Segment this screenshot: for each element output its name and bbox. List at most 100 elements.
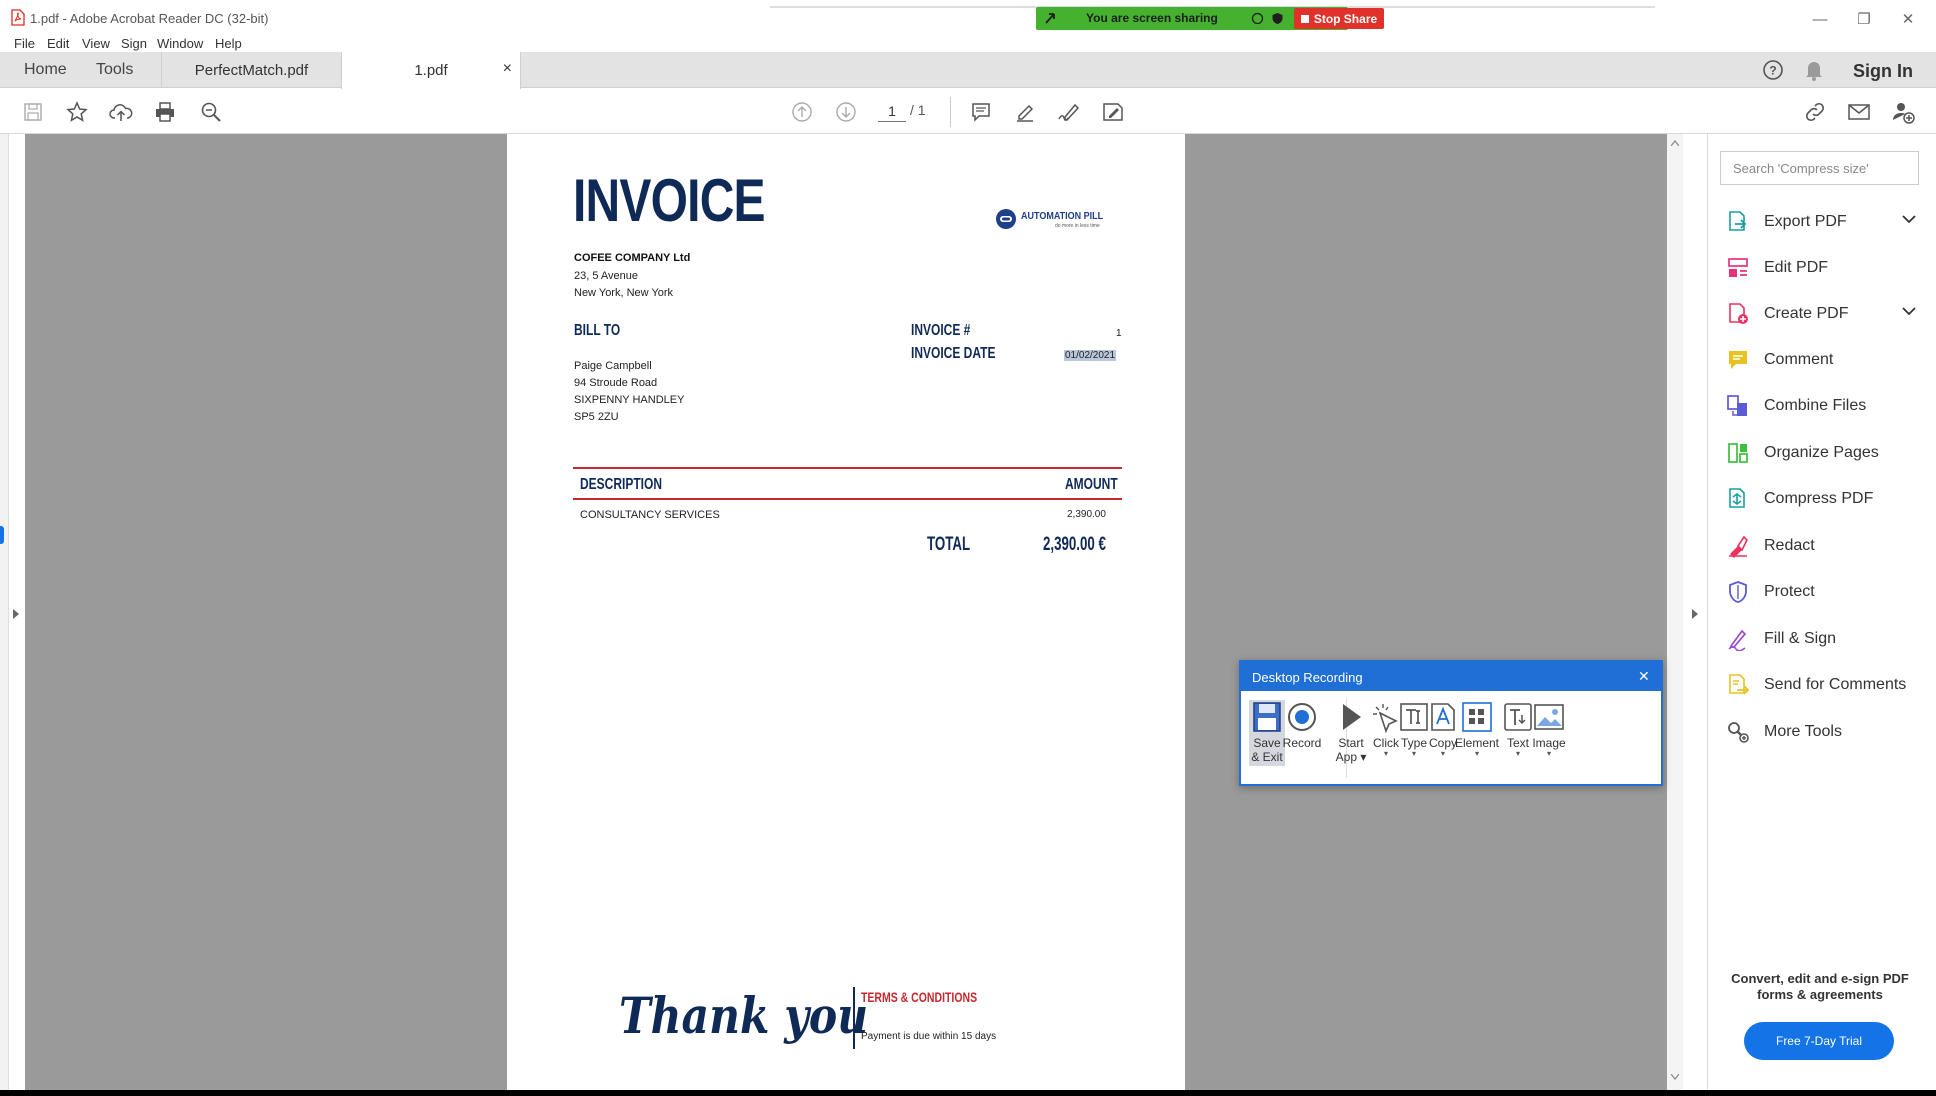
tool-fill-sign[interactable]: Fill & Sign — [1726, 623, 1926, 655]
tab-perfectmatch-pdf[interactable]: PerfectMatch.pdf — [161, 52, 341, 88]
chevron-down-icon[interactable] — [1902, 306, 1916, 316]
save-icon[interactable] — [18, 97, 48, 127]
tab-1-pdf[interactable]: 1.pdf × — [341, 52, 521, 89]
line-item-description: CONSULTANCY SERVICES — [580, 509, 720, 521]
scroll-down-arrow-icon[interactable] — [1671, 1074, 1679, 1080]
text-icon — [1502, 701, 1534, 733]
right-panel-toggle-strip — [1683, 134, 1707, 1091]
close-tab-icon[interactable]: × — [503, 60, 512, 78]
stop-share-button[interactable]: Stop Share — [1294, 8, 1384, 29]
dropdown-caret-icon[interactable]: ▾ — [1547, 750, 1551, 758]
recording-button-label: Type — [1400, 736, 1427, 750]
automation-pill-logo: AUTOMATION PILL do more in less time — [995, 206, 1111, 236]
previous-page-icon[interactable] — [787, 97, 817, 127]
help-icon[interactable]: ? — [1762, 59, 1784, 81]
dropdown-caret-icon[interactable]: ▾ — [1412, 750, 1416, 758]
tool-compress-pdf[interactable]: Compress PDF — [1726, 483, 1926, 515]
create-pdf-icon — [1726, 302, 1750, 326]
element-button[interactable]: Element ▾ — [1455, 701, 1499, 758]
save-exit-button[interactable]: Save & Exit — [1249, 700, 1285, 766]
comment-icon[interactable] — [966, 97, 996, 127]
thank-you-text: Thank you — [619, 986, 869, 1045]
fill-sign-icon[interactable] — [1098, 97, 1128, 127]
tool-more-tools[interactable]: More Tools — [1726, 716, 1926, 748]
share-shield-icon[interactable] — [1271, 12, 1284, 25]
next-page-icon[interactable] — [831, 97, 861, 127]
tool-redact[interactable]: Redact — [1726, 530, 1926, 562]
chevron-down-icon[interactable] — [1902, 214, 1916, 224]
tool-edit-pdf[interactable]: Edit PDF — [1726, 252, 1926, 284]
tool-label: Organize Pages — [1764, 444, 1879, 461]
start-app-button[interactable]: Start App ▾ — [1333, 701, 1369, 764]
menu-sign[interactable]: Sign — [121, 36, 147, 51]
scroll-up-arrow-icon[interactable] — [1671, 140, 1679, 146]
tab-home[interactable]: Home — [24, 61, 67, 79]
vertical-scrollbar[interactable] — [1667, 134, 1683, 1091]
tool-combine-files[interactable]: Combine Files — [1726, 390, 1926, 422]
sign-pen-icon[interactable] — [1054, 97, 1084, 127]
company-name: COFEE COMPANY Ltd — [574, 252, 691, 264]
export-pdf-icon — [1726, 210, 1750, 234]
tab-tools[interactable]: Tools — [96, 61, 133, 79]
tool-label: Protect — [1764, 583, 1815, 600]
highlight-pen-icon[interactable] — [1010, 97, 1040, 127]
dropdown-caret-icon[interactable]: ▾ — [1384, 750, 1388, 758]
menu-edit[interactable]: Edit — [47, 36, 69, 51]
maximize-button[interactable]: ❐ — [1842, 6, 1886, 32]
tool-comment[interactable]: Comment — [1726, 344, 1926, 376]
email-icon[interactable] — [1844, 97, 1874, 127]
collapse-right-panel-icon[interactable] — [1691, 608, 1699, 620]
footer-divider — [853, 987, 855, 1049]
sign-in-button[interactable]: Sign In — [1853, 61, 1913, 82]
redact-icon — [1726, 534, 1750, 558]
share-link-icon[interactable] — [1800, 97, 1830, 127]
tool-label: Edit PDF — [1764, 259, 1829, 276]
tool-organize-pages[interactable]: Organize Pages — [1726, 437, 1926, 469]
tool-create-pdf[interactable]: Create PDF — [1726, 298, 1926, 330]
dropdown-caret-icon[interactable]: ▾ — [1441, 750, 1445, 758]
record-button[interactable]: Record — [1283, 701, 1321, 750]
recording-button-label: Start App ▾ — [1335, 736, 1367, 764]
pdf-app-icon — [11, 9, 25, 26]
recording-button-label: Text — [1506, 736, 1529, 750]
image-button[interactable]: Image ▾ — [1531, 701, 1567, 758]
menu-window[interactable]: Window — [157, 36, 203, 51]
print-icon[interactable] — [150, 97, 180, 127]
menu-file[interactable]: File — [14, 36, 35, 51]
share-circle-icon[interactable] — [1251, 12, 1264, 25]
page-number-input[interactable]: 1 — [878, 100, 906, 122]
expand-left-panel-icon[interactable] — [12, 608, 20, 620]
tab-bar: Home Tools PerfectMatch.pdf 1.pdf × ? Si… — [0, 52, 1936, 89]
tools-search-input[interactable]: Search 'Compress size' — [1720, 151, 1919, 185]
menu-view[interactable]: View — [82, 36, 110, 51]
pdf-page: INVOICE AUTOMATION PILL do more in less … — [507, 134, 1185, 1091]
left-nav-strip — [0, 134, 9, 1096]
notifications-bell-icon[interactable] — [1804, 59, 1824, 81]
bookmark-star-icon[interactable] — [62, 97, 92, 127]
invoice-title: INVOICE — [573, 167, 766, 234]
tool-protect[interactable]: Protect — [1726, 576, 1926, 608]
zoom-search-icon[interactable] — [196, 97, 226, 127]
line-item-amount: 2,390.00 — [1067, 509, 1106, 520]
menu-help[interactable]: Help — [215, 36, 242, 51]
record-icon — [1286, 701, 1318, 733]
tool-label: Fill & Sign — [1764, 630, 1837, 647]
free-trial-button[interactable]: Free 7-Day Trial — [1744, 1022, 1894, 1060]
page-total: / 1 — [910, 102, 926, 118]
recording-close-icon[interactable]: ✕ — [1638, 668, 1650, 685]
svg-text:?: ? — [1769, 64, 1776, 78]
upload-cloud-icon[interactable] — [106, 97, 136, 127]
logo-text: AUTOMATION PILL — [1021, 211, 1104, 222]
tool-send-for-comments[interactable]: Send for Comments — [1726, 669, 1926, 701]
tool-label: Create PDF — [1764, 305, 1849, 322]
tool-export-pdf[interactable]: Export PDF — [1726, 206, 1926, 238]
dropdown-caret-icon[interactable]: ▾ — [1475, 750, 1479, 758]
tab-label: PerfectMatch.pdf — [194, 61, 309, 79]
minimize-button[interactable]: — — [1798, 6, 1842, 32]
close-window-button[interactable]: ✕ — [1886, 6, 1930, 32]
invoice-number-value: 1 — [1116, 328, 1122, 339]
add-user-icon[interactable] — [1888, 97, 1918, 127]
dropdown-caret-icon[interactable]: ▾ — [1516, 750, 1520, 758]
table-top-rule — [573, 467, 1122, 469]
toolbar-divider — [950, 97, 951, 127]
